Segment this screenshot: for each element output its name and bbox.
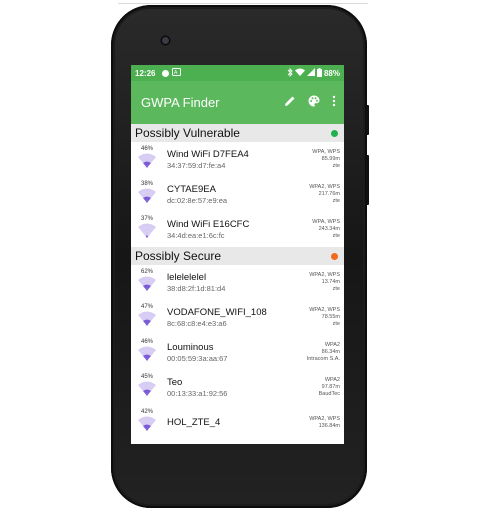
network-row[interactable]: 62% lelelelelel 38:d8:2f:1d:81:d4 WPA2, WPS… xyxy=(131,265,344,300)
network-mac: 8c:68:c8:e4:e3:a6 xyxy=(167,318,227,328)
wifi-signal-icon xyxy=(137,311,157,332)
network-distance: 13.74m xyxy=(321,279,340,285)
top-border-line xyxy=(118,3,368,4)
wifi-signal-icon xyxy=(137,276,157,297)
network-mac: 00:13:33:a1:92:56 xyxy=(167,388,228,398)
network-row[interactable]: 47% VODAFONE_WIFI_108 8c:68:c8:e4:e3:a6 WPA… xyxy=(131,300,344,335)
section-status-dot xyxy=(331,129,338,137)
wifi-signal-icon xyxy=(137,381,157,402)
network-distance: 86.34m xyxy=(321,349,340,355)
network-row[interactable]: 42% HOL_ZTE_4 WPA2, WPS 136.84m xyxy=(131,405,344,440)
network-row[interactable]: 46% Louminous 00:05:59:3a:aa:67 WPA2 86.34m I… xyxy=(131,335,344,370)
network-ssid: Louminous xyxy=(167,341,214,353)
network-ssid: Wind WiFi D7FEA4 xyxy=(167,148,249,160)
signal-strength: 42% xyxy=(137,409,157,437)
network-vendor: zte xyxy=(332,286,340,292)
network-distance: 78.55m xyxy=(321,314,340,320)
section-status-dot xyxy=(331,252,338,260)
network-mac: 00:05:59:3a:aa:67 xyxy=(167,353,228,363)
wifi-signal-icon xyxy=(137,346,157,367)
network-distance: 217.76m xyxy=(318,191,340,197)
network-security: WPA2, WPS xyxy=(309,415,340,422)
network-ssid: Wind WiFi E16CFC xyxy=(167,218,250,230)
palette-icon[interactable] xyxy=(308,94,320,112)
signal-percent: 38% xyxy=(140,180,153,187)
cell-signal-icon xyxy=(306,68,315,78)
wifi-signal-icon xyxy=(137,153,157,174)
network-security: WPA2 xyxy=(324,342,340,348)
network-security: WPA2 xyxy=(324,377,340,383)
signal-percent: 37% xyxy=(140,215,153,222)
signal-percent: 62% xyxy=(140,268,153,275)
vulnerable-network-list: 46% Wind WiFi D7FEA4 34:37:59:d7:fe:a4 WPA,… xyxy=(131,142,344,247)
wifi-status-icon xyxy=(294,68,305,78)
signal-percent: 46% xyxy=(140,145,153,152)
network-mac: dc:02:8e:57:e9:ea xyxy=(167,195,228,205)
section-title: Possibly Secure xyxy=(135,249,222,263)
signal-percent: 42% xyxy=(140,408,153,415)
pencil-icon[interactable] xyxy=(284,94,296,112)
signal-strength: 62% xyxy=(137,269,157,297)
power-button xyxy=(366,105,369,135)
network-security: WPA2, WPS xyxy=(309,184,340,190)
section-header-vulnerable: Possibly Vulnerable xyxy=(131,124,344,142)
phone-screen: 12:26 A 88% GWPA Finder Possibly Vulnera… xyxy=(131,65,344,444)
network-mac: 34:37:59:d7:fe:a4 xyxy=(167,160,226,170)
section-header-secure: Possibly Secure xyxy=(131,247,344,265)
translate-icon: A xyxy=(172,68,182,78)
app-bar: GWPA Finder xyxy=(131,81,344,124)
svg-text:A: A xyxy=(174,70,178,76)
battery-icon xyxy=(316,67,322,79)
network-vendor: zte xyxy=(332,321,340,327)
secure-network-list: 62% lelelelelel 38:d8:2f:1d:81:d4 WPA2, WPS… xyxy=(131,265,344,440)
notification-dot-icon xyxy=(162,69,170,77)
network-row[interactable]: 38% CYTAE9EA dc:02:8e:57:e9:ea WPA2, WPS 217… xyxy=(131,177,344,212)
network-row[interactable]: 37% Wind WiFi E16CFC 34:4d:ea:e1:6c:fc WPA,… xyxy=(131,212,344,247)
battery-level: 88% xyxy=(323,68,340,78)
signal-strength: 46% xyxy=(137,339,157,367)
network-row[interactable]: 45% Teo 00:13:33:a1:92:56 WPA2 97.87m BaudTec xyxy=(131,370,344,405)
network-distance: 243.34m xyxy=(318,226,340,232)
network-ssid: Teo xyxy=(167,376,183,388)
network-distance: 85.99m xyxy=(321,156,340,162)
status-time: 12:26 xyxy=(135,68,156,78)
network-ssid: lelelelelel xyxy=(167,271,207,283)
wifi-signal-icon xyxy=(137,223,157,244)
signal-percent: 45% xyxy=(140,373,153,380)
more-vert-icon[interactable] xyxy=(332,94,336,112)
app-title: GWPA Finder xyxy=(141,95,220,110)
network-vendor: BaudTec xyxy=(318,391,340,397)
signal-strength: 46% xyxy=(137,146,157,174)
signal-strength: 38% xyxy=(137,181,157,209)
network-security: WPA, WPS xyxy=(312,149,340,155)
network-security: WPA, WPS xyxy=(312,219,340,225)
status-bar: 12:26 A 88% xyxy=(131,65,344,81)
network-security: WPA2, WPS xyxy=(309,307,340,313)
bluetooth-icon xyxy=(287,67,293,79)
network-security: WPA2, WPS xyxy=(309,272,340,278)
network-row[interactable]: 46% Wind WiFi D7FEA4 34:37:59:d7:fe:a4 WPA,… xyxy=(131,142,344,177)
network-distance: 136.84m xyxy=(318,422,340,429)
network-distance: 97.87m xyxy=(321,384,340,390)
volume-button xyxy=(366,155,369,205)
signal-strength: 47% xyxy=(137,304,157,332)
network-mac: 34:4d:ea:e1:6c:fc xyxy=(167,230,225,240)
network-vendor: zte xyxy=(332,233,340,239)
wifi-signal-icon xyxy=(137,416,157,437)
network-vendor: Intracom S.A. xyxy=(306,356,340,362)
network-mac: 38:d8:2f:1d:81:d4 xyxy=(167,283,226,293)
network-vendor: zte xyxy=(332,163,340,169)
network-vendor: zte xyxy=(332,198,340,204)
signal-strength: 37% xyxy=(137,216,157,244)
network-ssid: CYTAE9EA xyxy=(167,183,216,195)
signal-percent: 46% xyxy=(140,338,153,345)
front-camera xyxy=(162,37,169,44)
section-title: Possibly Vulnerable xyxy=(135,126,240,140)
signal-strength: 45% xyxy=(137,374,157,402)
network-ssid: HOL_ZTE_4 xyxy=(167,416,221,428)
wifi-signal-icon xyxy=(137,188,157,209)
network-ssid: VODAFONE_WIFI_108 xyxy=(167,306,267,318)
signal-percent: 47% xyxy=(140,303,153,310)
